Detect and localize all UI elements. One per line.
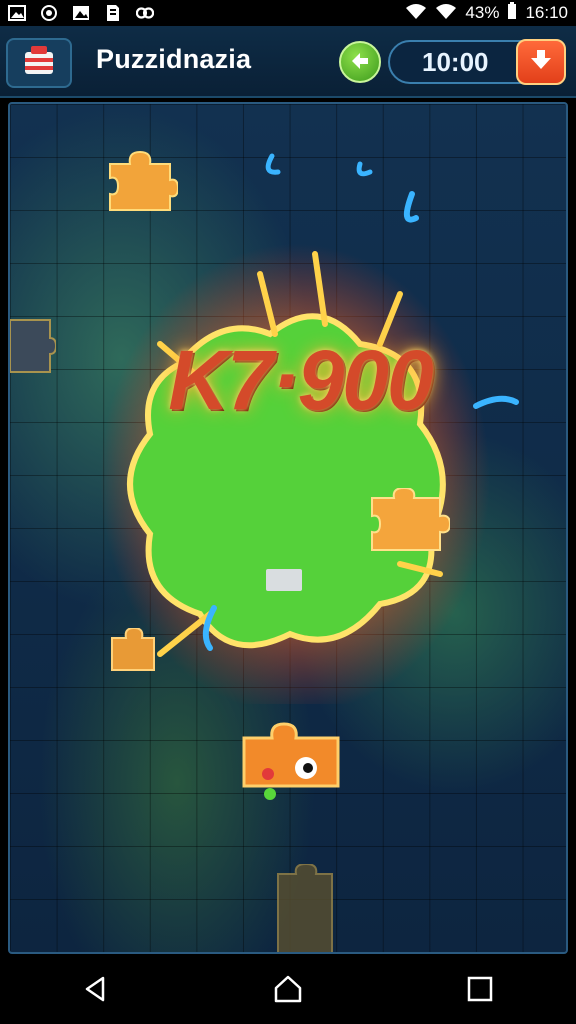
timer-text: 10:00: [422, 46, 489, 77]
wifi-icon: [405, 3, 427, 24]
circle-icon: [40, 5, 58, 21]
signal-icon: [435, 3, 457, 24]
puzzle-box-icon: [21, 44, 57, 83]
clock: 16:10: [525, 3, 568, 22]
image-icon: [8, 5, 26, 21]
picture-icon: [72, 5, 90, 21]
link-icon: [136, 5, 154, 21]
puzzle-piece[interactable]: [274, 864, 334, 954]
nav-recents-button[interactable]: [450, 966, 510, 1016]
system-status: 43% 16:10: [405, 1, 568, 25]
nav-home-button[interactable]: [258, 966, 318, 1016]
puzzle-piece[interactable]: [108, 628, 160, 672]
hint-button[interactable]: [339, 41, 381, 83]
drop-button[interactable]: [516, 39, 566, 85]
puzzle-piece[interactable]: [10, 318, 56, 374]
recents-icon: [466, 975, 494, 1008]
monster-puzzle-piece[interactable]: [238, 720, 346, 804]
page-title: Puzzidnazia: [96, 44, 252, 74]
game-header: ‹ Puzzidnazia 10:00: [0, 26, 576, 98]
hint-arrow-icon: [349, 49, 371, 76]
file-icon: [104, 5, 122, 21]
spark-effect: [202, 605, 217, 651]
puzzle-piece[interactable]: [366, 488, 450, 552]
back-icon: [81, 974, 111, 1009]
app-menu-button[interactable]: [6, 38, 72, 88]
spark-effect: [265, 153, 519, 409]
notification-icons: [8, 5, 154, 21]
down-arrow-icon: [528, 47, 554, 78]
status-bar: 43% 16:10: [0, 0, 576, 26]
battery-icon: [507, 1, 517, 25]
battery-percent: 43%: [465, 3, 500, 22]
nav-back-button[interactable]: [66, 966, 126, 1016]
home-icon: [272, 974, 304, 1009]
puzzle-board[interactable]: K7·900: [8, 102, 568, 954]
system-nav-bar: [0, 958, 576, 1024]
puzzle-piece[interactable]: [106, 150, 178, 212]
